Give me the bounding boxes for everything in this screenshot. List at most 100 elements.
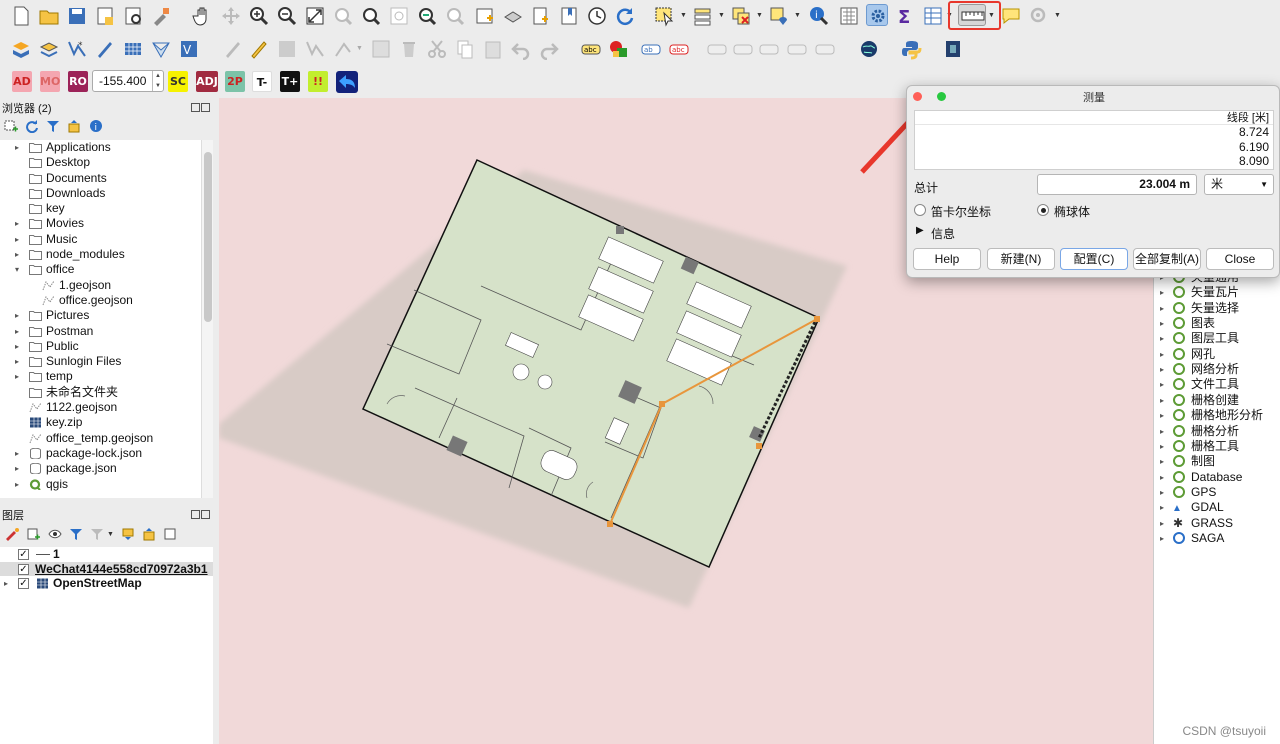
layer-item[interactable]: ✓ 1 [0,547,213,562]
show-bookmarks-icon[interactable] [558,5,580,27]
layer-styling-icon[interactable] [4,527,20,541]
chevron-right-icon[interactable]: ▸ [15,477,23,492]
chevron-right-icon[interactable]: ▸ [1160,454,1164,469]
pill-ad-button[interactable]: AD [12,71,32,92]
rotate-label-icon[interactable] [732,38,754,60]
chevron-right-icon[interactable]: ▸ [15,324,23,339]
current-edits-icon[interactable] [222,38,244,60]
browser-item[interactable]: 1122.geojson [0,400,213,415]
chevron-right-icon[interactable]: ▸ [1160,485,1164,500]
total-value-field[interactable]: 23.004 m [1037,174,1197,195]
panel-float-close-icon[interactable] [190,508,212,519]
browser-item[interactable]: key.zip [0,415,213,430]
layer-visibility-checkbox[interactable]: ✓ [18,563,29,575]
chevron-right-icon[interactable]: ▸ [15,461,23,476]
zoom-out-icon[interactable] [276,5,298,27]
browser-item[interactable]: office_temp.geojson [0,431,213,446]
python-console-icon[interactable] [900,38,922,60]
digitize-icon[interactable] [94,38,116,60]
spinbox-arrows-icon[interactable]: ▲ ▼ [152,71,163,91]
chevron-right-icon[interactable]: ▸ [15,369,23,384]
copy-all-button[interactable]: 全部复制(A) [1133,248,1201,270]
browser-item[interactable]: Downloads [0,186,213,201]
close-button[interactable]: Close [1206,248,1274,270]
new-3d-map-icon[interactable] [502,5,524,27]
add-mesh-icon[interactable] [150,38,172,60]
expand-all-icon[interactable] [121,527,135,541]
ellipsoid-radio[interactable] [1037,204,1049,216]
attribute-table-icon[interactable] [922,5,944,27]
chevron-right-icon[interactable]: ▸ [1160,347,1164,362]
redo-icon[interactable] [538,38,560,60]
add-group-icon[interactable] [26,527,40,541]
chevron-right-icon[interactable]: ▸ [1160,331,1164,346]
add-layer-icon[interactable] [38,38,60,60]
browser-item[interactable]: ▸ Public [0,339,213,354]
refresh-icon[interactable] [614,5,636,27]
help-button[interactable]: Help [913,248,981,270]
temporal-controller-icon[interactable] [586,5,608,27]
chevron-down-icon[interactable]: ▼ [756,11,763,21]
move-label-icon[interactable] [706,38,728,60]
chevron-down-icon[interactable]: ▼ [680,11,687,21]
back-arrow-icon[interactable] [336,71,358,93]
scrollbar-thumb[interactable] [204,152,212,322]
copy-features-icon[interactable] [454,38,476,60]
coordinate-spinbox[interactable]: -155.400 ▲ ▼ [92,70,164,92]
filter-icon[interactable] [69,527,83,541]
browser-item[interactable]: 未命名文件夹 [0,385,213,400]
collapse-all-icon[interactable] [142,527,156,541]
chevron-right-icon[interactable]: ▸ [1160,316,1164,331]
pill-t-plus-button[interactable]: T+ [280,71,300,92]
cartesian-radio[interactable] [914,204,926,216]
browser-item[interactable]: ▸ Applications [0,140,213,155]
show-hide-labels-icon[interactable]: abc [668,38,690,60]
zoom-to-layer-icon[interactable] [360,5,382,27]
browser-item[interactable]: ▸ Pictures [0,308,213,323]
chevron-right-icon[interactable]: ▸ [1160,500,1164,515]
chevron-right-icon[interactable]: ▸ [15,339,23,354]
layer-item[interactable]: ▸ ✓ OpenStreetMap [0,576,213,591]
filter-expression-icon[interactable] [90,527,104,541]
select-by-value-icon[interactable] [692,5,714,27]
browser-item[interactable]: ▸ Sunlogin Files [0,354,213,369]
browser-item[interactable]: ▸ node_modules [0,247,213,262]
info-expand-icon[interactable]: ▶ [916,225,924,236]
pan-to-selection-icon[interactable] [220,5,242,27]
save-edits-icon[interactable] [276,38,298,60]
add-vector-layer-icon[interactable]: * [66,38,88,60]
browser-item[interactable]: Documents [0,171,213,186]
change-label-icon[interactable] [758,38,780,60]
identify-features-icon[interactable]: i [808,5,830,27]
chevron-right-icon[interactable]: ▸ [1160,516,1164,531]
remove-layer-icon[interactable] [163,527,177,541]
browser-item[interactable]: ▾ office [0,262,213,277]
pin-labels-icon[interactable]: ab [640,38,662,60]
zoom-in-icon[interactable] [248,5,270,27]
chevron-right-icon[interactable]: ▸ [15,216,23,231]
layer-visibility-checkbox[interactable]: ✓ [18,549,29,560]
browser-item[interactable]: ▸ package-lock.json [0,446,213,461]
add-feature-icon[interactable] [304,38,326,60]
pill-adj-button[interactable]: ADJ [196,71,218,92]
globe-plugin-icon[interactable] [858,38,880,60]
new-print-layout-icon[interactable] [94,5,116,27]
pill-ro-button[interactable]: RO [68,71,88,92]
unit-select[interactable]: 米 ▼ [1204,174,1274,195]
paste-features-icon[interactable] [482,38,504,60]
select-location-icon[interactable] [768,5,790,27]
chevron-right-icon[interactable]: ▸ [15,308,23,323]
chevron-right-icon[interactable]: ▸ [1160,362,1164,377]
panel-float-close-icon[interactable] [190,101,212,112]
chevron-down-icon[interactable]: ▾ [15,262,23,277]
add-virtual-layer-icon[interactable]: V [178,38,200,60]
collapse-all-icon[interactable] [67,119,81,133]
pill-exclaim-button[interactable]: !! [308,71,328,92]
chevron-down-icon[interactable]: ▼ [718,11,725,21]
chevron-right-icon[interactable]: ▸ [1160,285,1164,300]
new-bookmark-icon[interactable] [530,5,552,27]
filter-icon[interactable] [46,119,60,133]
plugin-tool-icon[interactable] [942,38,964,60]
chevron-down-icon[interactable]: ▼ [1054,11,1061,21]
chevron-right-icon[interactable]: ▸ [15,446,23,461]
